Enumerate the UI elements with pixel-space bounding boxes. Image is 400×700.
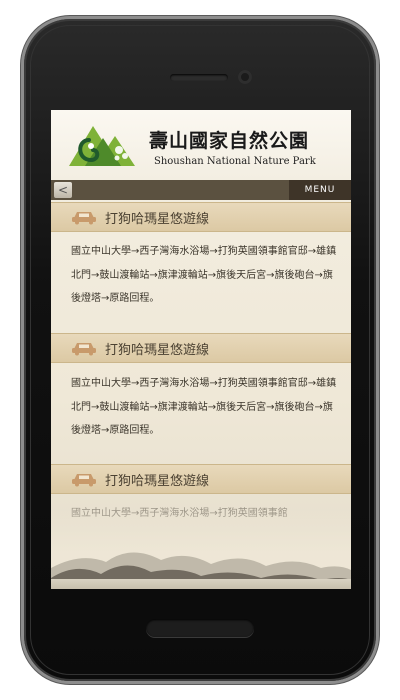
site-title-en: Shoushan National Nature Park: [154, 156, 316, 167]
route-description: 國立中山大學→西子灣海水浴場→打狗英國領事館官邸→雄鎮北門→鼓山渡輪站→旗津渡輪…: [71, 246, 337, 304]
car-icon: [72, 474, 96, 487]
route-title: 打狗哈瑪星悠遊線: [105, 474, 210, 489]
bottom-bar: [51, 579, 351, 589]
car-icon: [72, 343, 96, 356]
park-logo-icon[interactable]: [67, 116, 137, 174]
app-screen: 壽山國家自然公園 Shoushan National Nature Park <…: [51, 110, 351, 589]
car-icon: [72, 212, 96, 225]
route-title: 打狗哈瑪星悠遊線: [105, 212, 210, 227]
route-header[interactable]: 打狗哈瑪星悠遊線: [51, 333, 351, 363]
back-button[interactable]: <: [54, 182, 72, 198]
menu-button[interactable]: MENU: [289, 180, 351, 200]
route-description: 國立中山大學→西子灣海水浴場→打狗英國領事館官邸→雄鎮北門→鼓山渡輪站→旗津渡輪…: [71, 378, 337, 436]
route-header[interactable]: 打狗哈瑪星悠遊線: [51, 464, 351, 494]
nav-bar: < MENU: [51, 180, 351, 200]
site-title-zh: 壽山國家自然公園: [149, 130, 310, 152]
route-header[interactable]: 打狗哈瑪星悠遊線: [51, 202, 351, 232]
phone-home-button[interactable]: [146, 619, 254, 637]
phone-camera: [238, 70, 252, 84]
phone-speaker: [170, 74, 228, 81]
route-title: 打狗哈瑪星悠遊線: [105, 343, 210, 358]
site-header: 壽山國家自然公園 Shoushan National Nature Park: [51, 110, 351, 180]
